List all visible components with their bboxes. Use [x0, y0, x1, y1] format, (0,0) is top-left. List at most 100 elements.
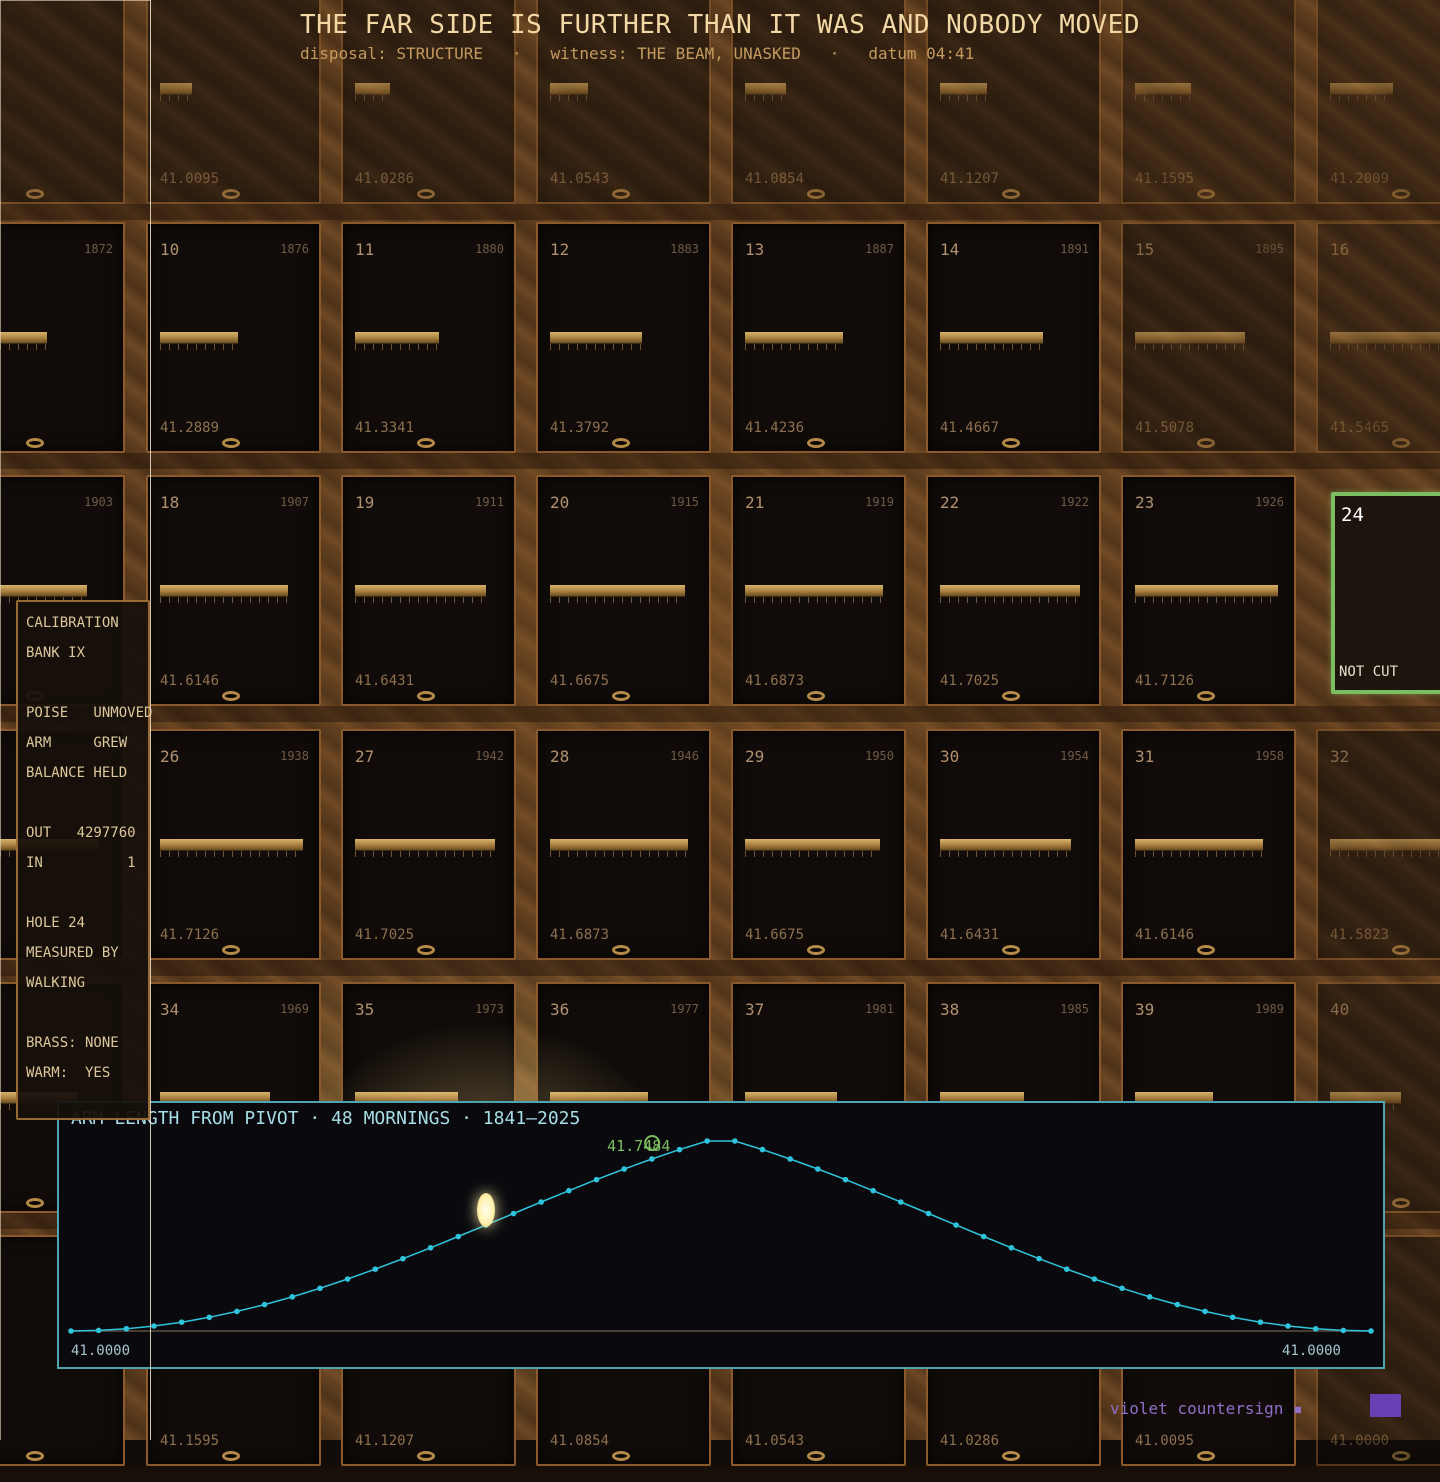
- bar-ticks: [355, 344, 439, 350]
- drawer-year: 1977: [670, 1002, 699, 1016]
- drawer-number: 36: [550, 1000, 570, 1019]
- drawer-cell[interactable]: 11 1880 41.3341: [341, 222, 516, 453]
- calibration-line: CALIBRATION: [26, 615, 119, 631]
- measure-line-left: [0, 0, 1, 1440]
- pull-ring-icon: [417, 945, 435, 955]
- row-shelf: [0, 706, 1440, 722]
- drawer-cell[interactable]: 16 41.5465: [1316, 222, 1440, 453]
- calibration-line: [26, 788, 148, 818]
- drawer-value: 41.6675: [550, 673, 610, 689]
- drawer-cell[interactable]: 10 1876 41.2889: [146, 222, 321, 453]
- pull-ring-icon: [1392, 438, 1410, 448]
- drawer-cell[interactable]: 15 1895 41.5078: [1121, 222, 1296, 453]
- drawer-cell[interactable]: 27 1942 41.7025: [341, 729, 516, 960]
- brass-bar: [1135, 839, 1263, 851]
- data-point: [649, 1156, 655, 1162]
- drawer-cell[interactable]: 26 1938 41.7126: [146, 729, 321, 960]
- brass-bar: [1330, 839, 1440, 851]
- data-point: [344, 1276, 351, 1282]
- data-point: [897, 1199, 904, 1205]
- data-point: [1174, 1301, 1181, 1308]
- drawer-value: 41.6675: [745, 927, 805, 943]
- bar-ticks: [355, 851, 495, 857]
- bar-ticks: [1330, 344, 1440, 350]
- drawer-cell[interactable]: 28 1946 41.6873: [536, 729, 711, 960]
- brass-bar: [355, 332, 439, 344]
- calibration-line: ARM GREW: [26, 735, 128, 751]
- drawer-cell[interactable]: 21 1919 41.6873: [731, 475, 906, 706]
- drawer-cell[interactable]: 30 1954 41.6431: [926, 729, 1101, 960]
- brass-bar: [355, 585, 486, 597]
- data-point: [317, 1285, 323, 1292]
- data-point: [925, 1210, 932, 1217]
- row-shelf: [0, 204, 1440, 220]
- drawer-year: 1954: [1060, 749, 1089, 763]
- page-header: THE FAR SIDE IS FURTHER THAN IT WAS AND …: [300, 10, 1140, 63]
- bar-ticks: [355, 95, 390, 101]
- candle-flame-marker[interactable]: [476, 1193, 495, 1228]
- calibration-line: IN 1: [26, 855, 136, 871]
- drawer-cell[interactable]: 23 1926 41.7126: [1121, 475, 1296, 706]
- drawer-number: 27: [355, 747, 375, 766]
- drawer-value: 41.0286: [355, 171, 415, 187]
- drawer-cell[interactable]: 12 1883 41.3792: [536, 222, 711, 453]
- bar-ticks: [160, 597, 288, 603]
- drawer-number: 11: [355, 240, 375, 259]
- drawer-cell[interactable]: 29 1950 41.6675: [731, 729, 906, 960]
- brass-bar: [550, 585, 685, 597]
- calibration-line: BRASS: NONE: [26, 1035, 119, 1051]
- drawer-number: 30: [940, 747, 960, 766]
- drawer-cell[interactable]: 321941.5823: [1316, 729, 1440, 960]
- drawer-value: 41.0854: [745, 171, 805, 187]
- brass-bar: [160, 83, 192, 95]
- hole-status: NOT CUT: [1339, 664, 1399, 680]
- brass-bar: [355, 83, 390, 95]
- brass-bar: [940, 332, 1043, 344]
- hole-24[interactable]: 24 NOT CUT: [1331, 492, 1440, 694]
- calibration-line: WARM: YES: [26, 1065, 111, 1081]
- drawer-cell[interactable]: 14 1891 41.4667: [926, 222, 1101, 453]
- pull-ring-icon: [1002, 1451, 1020, 1461]
- drawer-cell[interactable]: 1872443: [0, 222, 125, 453]
- drawer-number: 15: [1135, 240, 1155, 259]
- drawer-cell[interactable]: 18 1907 41.6146: [146, 475, 321, 706]
- drawer-cell[interactable]: 41.0095: [146, 0, 321, 204]
- bar-ticks: [745, 597, 883, 603]
- drawer-cell[interactable]: 13 1887 41.4236: [731, 222, 906, 453]
- row-shelf: [0, 453, 1440, 469]
- pull-ring-icon: [1392, 189, 1410, 199]
- data-point: [372, 1266, 379, 1272]
- calibration-line: OUT 4297760: [26, 825, 136, 841]
- hole-number: 24: [1341, 504, 1364, 526]
- drawer-cell[interactable]: 41.1595: [1121, 0, 1296, 204]
- drawer-year: 1969: [280, 1002, 309, 1016]
- drawer-value: 41.0286: [940, 1433, 1000, 1449]
- data-point: [234, 1308, 240, 1315]
- drawer-cell[interactable]: 41.2009: [1316, 0, 1440, 204]
- drawer-number: 22: [940, 493, 960, 512]
- bar-ticks: [550, 95, 588, 101]
- drawer-value: 41.5465: [1330, 420, 1390, 436]
- drawer-year: 1938: [280, 749, 309, 763]
- drawer-year: 1926: [1255, 495, 1284, 509]
- drawer-cell[interactable]: 19 1911 41.6431: [341, 475, 516, 706]
- bar-ticks: [745, 344, 843, 350]
- pull-ring-icon: [26, 1451, 44, 1461]
- data-point: [1091, 1276, 1098, 1282]
- drawer-number: 21: [745, 493, 765, 512]
- violet-countersign-swatch[interactable]: [1370, 1394, 1401, 1417]
- data-point: [1285, 1323, 1291, 1329]
- calibration-line: WALKING: [26, 975, 86, 991]
- drawer-cell[interactable]: 31 1958 41.6146: [1121, 729, 1296, 960]
- drawer-cell[interactable]: 20 1915 41.6675: [536, 475, 711, 706]
- drawer-value: 41.4236: [745, 420, 805, 436]
- drawer-cell[interactable]: 22 1922 41.7025: [926, 475, 1101, 706]
- drawer-number: 13: [745, 240, 765, 259]
- drawer-cell[interactable]: 000: [0, 0, 125, 204]
- brass-bar: [355, 839, 495, 851]
- drawer-number: 20: [550, 493, 570, 512]
- page-title: THE FAR SIDE IS FURTHER THAN IT WAS AND …: [300, 10, 1140, 40]
- data-point: [787, 1156, 793, 1162]
- drawer-number: 35: [355, 1000, 375, 1019]
- bar-ticks: [550, 851, 688, 857]
